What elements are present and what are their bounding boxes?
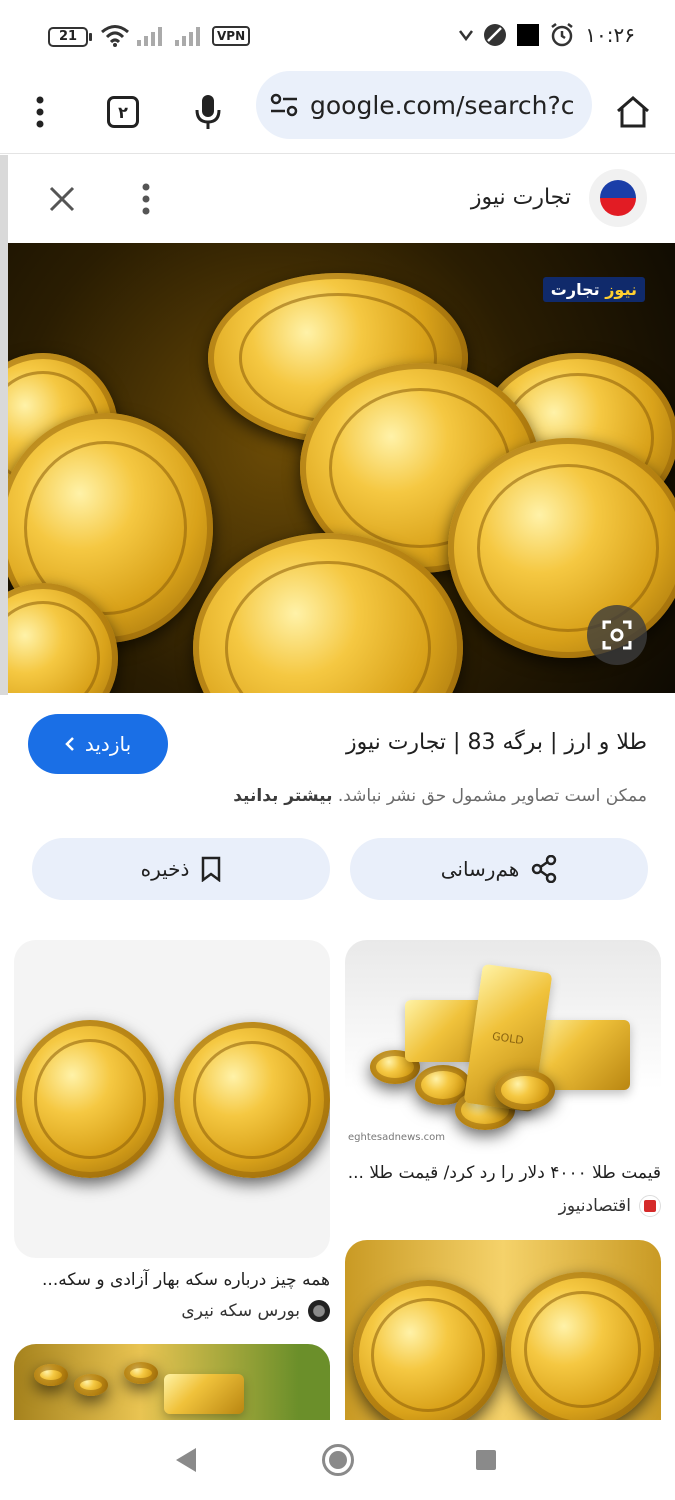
site-text: eghtesadnews.com [348,1132,446,1143]
source-favicon [639,1195,661,1217]
related-image-card[interactable] [14,940,330,1258]
coin-image [124,1362,158,1384]
share-label: هم‌رسانی [440,857,520,881]
panel-edge [0,155,8,695]
coin-image [505,1272,660,1420]
source-name: بورس سکه نیری [181,1301,300,1321]
kebab-menu-icon [142,183,150,215]
main-image[interactable]: نیوز تجارت [8,243,675,693]
share-button[interactable]: هم‌رسانی [350,838,648,900]
wifi-icon [101,25,129,47]
related-source[interactable]: اقتصادنیوز [559,1195,661,1217]
vpn-app-icon [484,24,507,46]
close-icon [49,186,75,212]
system-nav-bar [0,1420,675,1500]
site-favicon [600,180,636,216]
home-icon [617,96,649,128]
related-image-card[interactable] [345,1240,661,1420]
image-viewer-header: تجارت نیوز [8,155,675,243]
status-bar: 21 VPN ۱۰:۲۶ [0,0,675,72]
related-caption[interactable]: همه چیز درباره سکه بهار آزادی و سکه... [42,1270,330,1290]
coin-image [34,1364,68,1386]
chevron-left-icon [65,737,74,751]
back-icon[interactable] [176,1448,196,1472]
bookmark-icon [202,856,221,882]
menu-button[interactable] [10,82,70,142]
battery-indicator: 21 [48,27,92,47]
share-icon [532,855,557,883]
gold-bar-image [164,1374,244,1414]
source-site-name[interactable]: تجارت نیوز [471,185,571,210]
coin-image [353,1280,503,1420]
kebab-menu-icon [36,96,44,128]
image-title: طلا و ارز | برگه 83 | تجارت نیوز [345,730,647,755]
notification-square-icon [517,24,540,46]
microphone-icon [195,95,221,129]
home-nav-icon[interactable] [322,1444,354,1476]
coin-image [74,1374,108,1396]
source-favicon [308,1300,330,1322]
tab-count: ۲ [107,96,139,128]
related-source[interactable]: بورس سکه نیری [181,1300,330,1322]
save-button[interactable]: ذخیره [32,838,330,900]
related-caption[interactable]: قیمت طلا ۴۰۰۰ دلار را رد کرد/ قیمت طلا .… [348,1163,661,1183]
source-name: اقتصادنیوز [558,1196,631,1216]
alarm-icon [551,23,574,47]
watermark-logo: نیوز تجارت [542,277,645,302]
signal-icon [137,27,162,46]
google-lens-button[interactable] [587,605,647,665]
address-bar[interactable]: google.com/search?c [256,71,592,139]
lens-icon [602,620,632,650]
chevron-down-icon [459,30,474,41]
recents-icon[interactable] [476,1450,496,1470]
signal-icon-2 [175,27,200,46]
clock: ۱۰:۲۶ [585,23,635,47]
learn-more-link[interactable]: بیشتر بدانید [233,786,332,806]
close-button[interactable] [38,175,86,223]
site-settings-icon[interactable] [270,93,298,117]
coin-image [495,1070,555,1110]
source-site-logo[interactable] [589,169,647,227]
vpn-badge: VPN [212,26,251,46]
browser-toolbar: ۲ google.com/search?c [0,71,675,154]
tab-switcher-button[interactable]: ۲ [93,82,153,142]
related-image-card[interactable]: GOLD eghtesadnews.com [345,940,661,1154]
coin-image [174,1022,330,1178]
copyright-text: ممکن است تصاویر مشمول حق نشر نباشد. [337,786,647,806]
url-text: google.com/search?c [310,90,575,120]
save-label: ذخیره [140,857,190,881]
coin-image [16,1020,164,1178]
visit-button[interactable]: بازدید [28,714,168,774]
visit-label: بازدید [84,732,132,756]
more-options-button[interactable] [126,175,166,223]
copyright-notice: ممکن است تصاویر مشمول حق نشر نباشد. بیشت… [233,786,647,806]
related-image-card[interactable] [14,1344,330,1420]
home-button[interactable] [603,82,663,142]
voice-search-button[interactable] [178,82,238,142]
